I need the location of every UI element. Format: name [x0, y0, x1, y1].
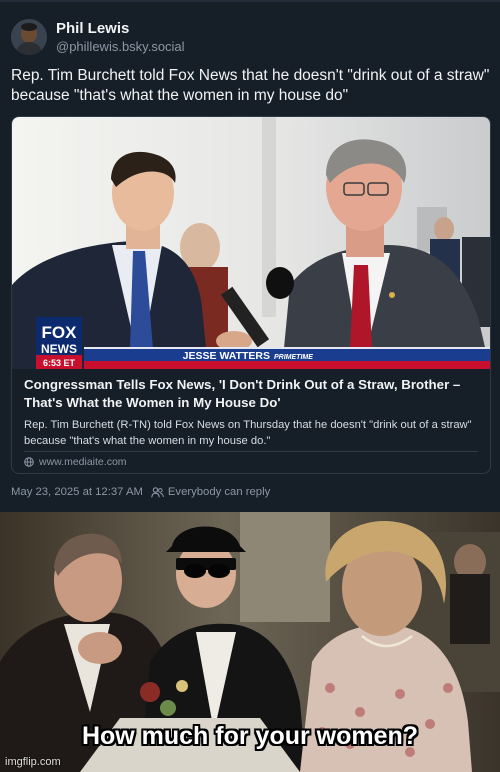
post-meta: May 23, 2025 at 12:37 AM Everybody can r…: [11, 486, 270, 498]
post-text: Rep. Tim Burchett told Fox News that he …: [11, 67, 490, 104]
reply-setting-label: Everybody can reply: [167, 486, 271, 498]
meme-caption: How much for your women?: [81, 722, 419, 750]
bluesky-post: Phil Lewis @phillewis.bsky.social Rep. T…: [0, 0, 500, 512]
program-tag: PRIMETIME: [274, 354, 313, 361]
author-display-name[interactable]: Phil Lewis: [56, 20, 129, 37]
imgflip-watermark: imgflip.com: [5, 756, 61, 768]
reply-setting: Everybody can reply: [151, 486, 270, 498]
link-card[interactable]: FOX NEWS 6:53 ET JESSE WATTERS PRIMETIME…: [11, 116, 491, 474]
fox-logo-bottom: NEWS: [41, 342, 77, 356]
link-card-source[interactable]: www.mediaite.com: [24, 455, 127, 469]
broadcast-clock: 6:53 ET: [43, 358, 76, 368]
post-timestamp[interactable]: May 23, 2025 at 12:37 AM: [11, 486, 143, 498]
link-card-description: Rep. Tim Burchett (R-TN) told Fox News o…: [24, 419, 472, 447]
link-card-title[interactable]: Congressman Tells Fox News, 'I Don't Dri…: [24, 376, 484, 412]
program-name: JESSE WATTERS: [183, 350, 270, 362]
link-card-image: FOX NEWS 6:53 ET JESSE WATTERS PRIMETIME: [12, 117, 490, 369]
author-avatar[interactable]: [11, 19, 47, 55]
meme-image: How much for your women? imgflip.com: [0, 512, 500, 772]
news-broadcast-still: FOX NEWS 6:53 ET JESSE WATTERS PRIMETIME: [12, 117, 490, 369]
link-card-domain: www.mediaite.com: [39, 456, 127, 468]
author-handle[interactable]: @phillewis.bsky.social: [56, 39, 185, 54]
globe-icon: [24, 457, 34, 467]
link-card-divider: [24, 451, 478, 452]
fox-logo-top: FOX: [42, 323, 78, 342]
avatar-photo: [11, 19, 47, 55]
people-icon: [151, 486, 164, 497]
